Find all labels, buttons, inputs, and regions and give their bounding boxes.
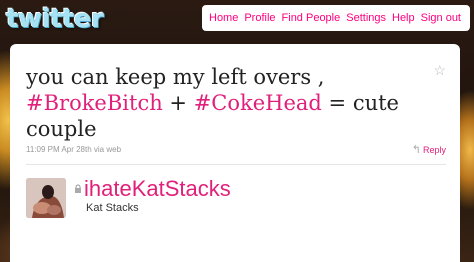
tweet-timestamp[interactable]: 11:09 PM Apr 28th via web <box>26 145 121 154</box>
reply-label: Reply <box>422 144 446 155</box>
tweet-text-part: you can keep my left overs , <box>26 65 325 89</box>
nav-find-people[interactable]: Find People <box>279 12 344 24</box>
reply-button[interactable]: ↰ Reply <box>412 143 446 156</box>
tweet-text-part: + <box>162 91 194 115</box>
tweet-text: you can keep my left overs , #BrokeBitch… <box>26 64 416 142</box>
nav-settings[interactable]: Settings <box>343 12 389 24</box>
divider <box>26 164 446 165</box>
tweet-card: ☆ you can keep my left overs , #BrokeBit… <box>10 44 460 262</box>
hashtag-link[interactable]: #CokeHead <box>194 91 322 115</box>
reply-arrow-icon: ↰ <box>411 144 421 156</box>
avatar[interactable] <box>26 178 66 218</box>
twitter-logo[interactable]: twitter <box>6 4 104 34</box>
author-full-name: Kat Stacks <box>86 202 139 214</box>
top-navigation: Home Profile Find People Settings Help S… <box>202 5 470 31</box>
hashtag-link[interactable]: #BrokeBitch <box>26 91 163 115</box>
avatar-image <box>26 178 66 218</box>
nav-profile[interactable]: Profile <box>241 12 278 24</box>
nav-help[interactable]: Help <box>389 12 418 24</box>
nav-home[interactable]: Home <box>206 12 241 24</box>
nav-sign-out[interactable]: Sign out <box>418 12 464 24</box>
author-username[interactable]: ihateKatStacks <box>84 176 231 202</box>
star-icon[interactable]: ☆ <box>433 62 446 79</box>
lock-icon <box>75 184 81 193</box>
